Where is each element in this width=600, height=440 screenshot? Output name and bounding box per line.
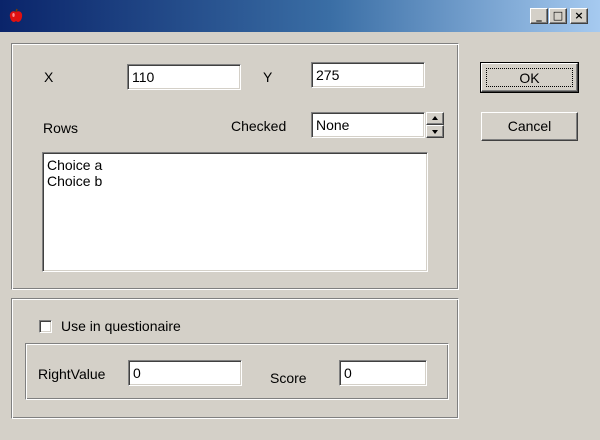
y-field[interactable]: [311, 62, 425, 88]
rows-label: Rows: [43, 120, 79, 136]
cancel-button[interactable]: Cancel: [481, 112, 578, 141]
close-icon: ×: [574, 9, 584, 22]
checked-spin-up[interactable]: [426, 112, 444, 125]
list-item[interactable]: Choice a: [47, 157, 427, 173]
use-in-questionnaire-label[interactable]: Use in questionaire: [61, 318, 181, 334]
rows-listbox[interactable]: Choice a Choice b: [42, 152, 428, 272]
cancel-label: Cancel: [507, 118, 552, 134]
spin-down-icon: [432, 130, 438, 134]
y-label: Y: [263, 69, 273, 85]
title-bar[interactable]: _ □ ×: [0, 0, 600, 32]
maximize-icon: □: [552, 9, 564, 22]
minimize-button[interactable]: _: [530, 8, 548, 24]
score-field[interactable]: [339, 360, 427, 386]
close-button[interactable]: ×: [570, 8, 588, 24]
ok-label: OK: [486, 68, 573, 87]
use-in-questionnaire-checkbox[interactable]: [39, 320, 52, 333]
list-item[interactable]: Choice b: [47, 173, 427, 189]
right-value-label: RightValue: [38, 366, 106, 382]
checked-spin-down[interactable]: [426, 125, 444, 138]
checked-field[interactable]: [311, 112, 425, 138]
maximize-button[interactable]: □: [549, 8, 567, 24]
x-label: X: [44, 69, 54, 85]
score-label: Score: [270, 370, 307, 386]
spin-up-icon: [432, 116, 438, 120]
right-value-field[interactable]: [128, 360, 242, 386]
ok-button[interactable]: OK: [480, 62, 579, 93]
minimize-icon: _: [536, 9, 542, 22]
x-field[interactable]: [127, 64, 241, 90]
checked-label: Checked: [231, 118, 287, 134]
apple-icon: [9, 8, 23, 22]
